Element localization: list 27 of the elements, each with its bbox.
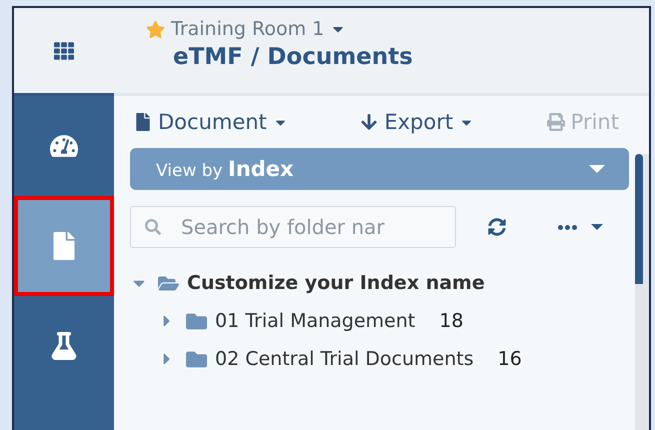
app-grid-icon[interactable] (54, 40, 74, 60)
scrollbar[interactable] (635, 154, 649, 430)
caret-icon (591, 224, 603, 230)
refresh-button[interactable] (488, 218, 506, 236)
sidebar-item[interactable] (14, 196, 114, 296)
room-name[interactable]: Training Room 1 (171, 18, 324, 40)
folder-label[interactable]: 02 Central Trial Documents (215, 348, 474, 370)
star-icon[interactable] (146, 20, 165, 38)
export-icon (360, 113, 378, 131)
ellipsis-icon (558, 224, 577, 230)
flask-icon (50, 332, 78, 360)
dashboard-icon (50, 132, 78, 160)
document-count: 18 (439, 310, 464, 332)
folder-icon (186, 348, 207, 370)
folder-label[interactable]: Customize your Index name (187, 272, 485, 294)
document-count: 16 (498, 348, 522, 370)
toolbar-button[interactable]: Document (130, 110, 292, 134)
search-icon (145, 219, 161, 235)
print-icon (546, 113, 565, 131)
toolbar-button[interactable]: Export (356, 110, 478, 134)
page-title: eTMF / Documents (173, 44, 414, 70)
folder-label[interactable]: 01 Trial Management (215, 310, 416, 332)
folder-icon (186, 310, 207, 332)
document-icon (134, 113, 152, 131)
caret-icon (589, 165, 605, 173)
search-field[interactable]: Search by folder nar (130, 206, 456, 248)
more-menu-button[interactable] (558, 224, 603, 230)
